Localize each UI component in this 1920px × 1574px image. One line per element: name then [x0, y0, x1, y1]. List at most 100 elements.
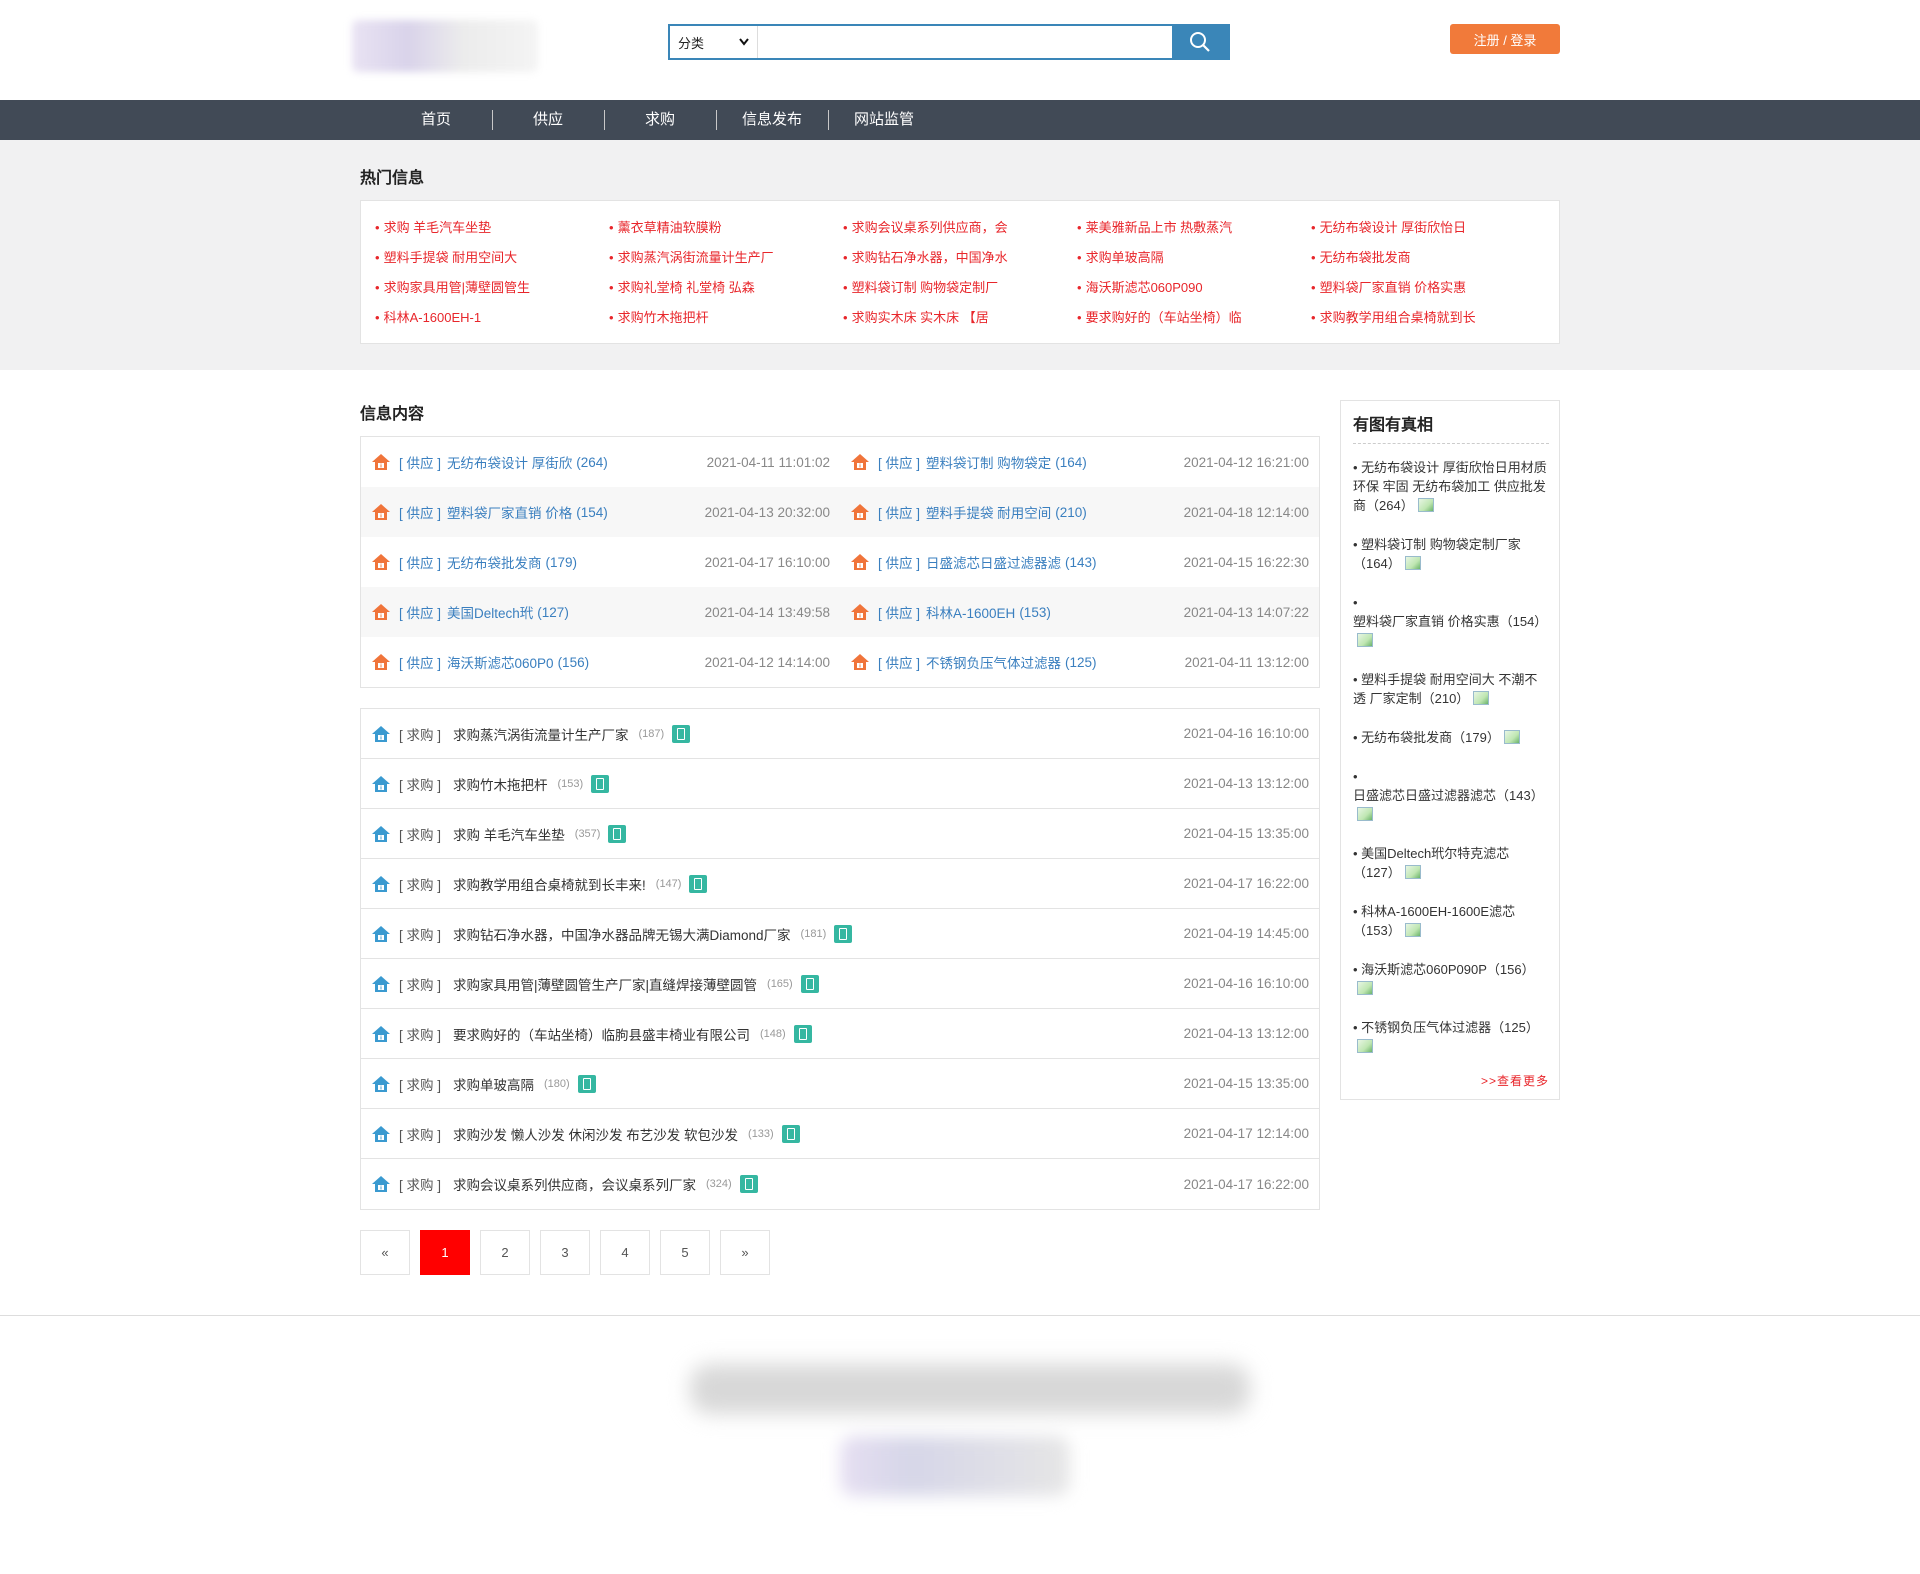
- supply-item[interactable]: ii [ 供应 ] 塑料袋厂家直销 价格 (154) 2021-04-13 20:32:…: [361, 502, 840, 522]
- supply-title[interactable]: 美国Deltech玳: [447, 602, 533, 622]
- picture-item[interactable]: 不锈钢负压气体过滤器（125）: [1353, 1018, 1549, 1056]
- supply-category[interactable]: [ 供应 ]: [399, 502, 441, 522]
- buy-row[interactable]: ii [ 求购 ] 求购钻石净水器，中国净水器品牌无锡大满Diamond厂家 (181…: [361, 909, 1319, 959]
- supply-title[interactable]: 塑料手提袋 耐用空间: [926, 502, 1051, 522]
- site-logo[interactable]: [352, 20, 538, 72]
- buy-category[interactable]: [ 求购 ]: [399, 1024, 441, 1044]
- buy-category[interactable]: [ 求购 ]: [399, 924, 441, 944]
- nav-publish[interactable]: 信息发布: [716, 100, 828, 140]
- picture-item-label[interactable]: 塑料袋订制 购物袋定制厂家（164）: [1353, 537, 1521, 571]
- hot-item[interactable]: 求购实木床 实木床 【居: [843, 305, 1077, 335]
- buy-title[interactable]: 求购教学用组合桌椅就到长丰来!: [453, 874, 646, 894]
- hot-item[interactable]: 塑料袋订制 购物袋定制厂: [843, 275, 1077, 305]
- buy-title[interactable]: 求购钻石净水器，中国净水器品牌无锡大满Diamond厂家: [453, 924, 791, 944]
- buy-title[interactable]: 求购家具用管|薄壁圆管生产厂家|直缝焊接薄壁圆管: [453, 974, 757, 994]
- buy-category[interactable]: [ 求购 ]: [399, 774, 441, 794]
- buy-row[interactable]: ii [ 求购 ] 求购竹木拖把杆 (153) 2021-04-13 13:12:00: [361, 759, 1319, 809]
- picture-item-label[interactable]: 无纺布袋设计 厚街欣怡日用材质环保 牢固 无纺布袋加工 供应批发商（264）: [1353, 460, 1547, 513]
- supply-category[interactable]: [ 供应 ]: [399, 602, 441, 622]
- view-more-link[interactable]: >>查看更多: [1353, 1072, 1549, 1089]
- picture-item[interactable]: 无纺布袋设计 厚街欣怡日用材质环保 牢固 无纺布袋加工 供应批发商（264）: [1353, 458, 1549, 515]
- picture-item-label[interactable]: 海沃斯滤芯060P090P（156）: [1361, 962, 1534, 977]
- nav-monitor[interactable]: 网站监管: [828, 100, 940, 140]
- picture-item[interactable]: 无纺布袋批发商（179）: [1353, 728, 1549, 747]
- supply-category[interactable]: [ 供应 ]: [878, 652, 920, 672]
- supply-item[interactable]: ii [ 供应 ] 科林A-1600EH (153) 2021-04-13 14:07:…: [840, 602, 1319, 622]
- buy-row[interactable]: ii [ 求购 ] 要求购好的（车站坐椅）临朐县盛丰椅业有限公司 (148) 2021-…: [361, 1009, 1319, 1059]
- buy-title[interactable]: 求购蒸汽涡街流量计生产厂家: [453, 724, 629, 744]
- picture-item-label[interactable]: 美国Deltech玳尔特克滤芯（127）: [1353, 846, 1509, 880]
- page-prev-button[interactable]: «: [360, 1230, 410, 1275]
- buy-category[interactable]: [ 求购 ]: [399, 1074, 441, 1094]
- supply-title[interactable]: 海沃斯滤芯060P0: [447, 652, 554, 672]
- nav-home[interactable]: 首页: [380, 100, 492, 140]
- picture-item-label[interactable]: 科林A-1600EH-1600E滤芯（153）: [1353, 904, 1515, 938]
- hot-item[interactable]: 求购礼堂椅 礼堂椅 弘森: [609, 275, 843, 305]
- picture-item[interactable]: 塑料袋订制 购物袋定制厂家（164）: [1353, 535, 1549, 573]
- hot-item[interactable]: 求购 羊毛汽车坐垫: [375, 215, 609, 245]
- picture-item[interactable]: 塑料袋厂家直销 价格实惠（154）: [1353, 593, 1549, 650]
- supply-item[interactable]: ii [ 供应 ] 无纺布袋批发商 (179) 2021-04-17 16:10:00: [361, 552, 840, 572]
- page-button[interactable]: 4: [600, 1230, 650, 1275]
- buy-title[interactable]: 求购 羊毛汽车坐垫: [453, 824, 565, 844]
- picture-item-label[interactable]: 无纺布袋批发商（179）: [1361, 730, 1500, 745]
- page-button[interactable]: 1: [420, 1230, 470, 1275]
- hot-item[interactable]: 求购竹木拖把杆: [609, 305, 843, 335]
- supply-title[interactable]: 塑料袋订制 购物袋定: [926, 452, 1051, 472]
- hot-item[interactable]: 薰衣草精油软膜粉: [609, 215, 843, 245]
- buy-category[interactable]: [ 求购 ]: [399, 974, 441, 994]
- supply-title[interactable]: 科林A-1600EH: [926, 602, 1015, 622]
- buy-row[interactable]: ii [ 求购 ] 求购蒸汽涡街流量计生产厂家 (187) 2021-04-16 16:…: [361, 709, 1319, 759]
- login-register-button[interactable]: 注册 / 登录: [1450, 24, 1560, 54]
- picture-item[interactable]: 科林A-1600EH-1600E滤芯（153）: [1353, 902, 1549, 940]
- hot-item[interactable]: 求购单玻高隔: [1077, 245, 1311, 275]
- hot-item[interactable]: 莱美雅新品上市 热敷蒸汽: [1077, 215, 1311, 245]
- nav-supply[interactable]: 供应: [492, 100, 604, 140]
- page-next-button[interactable]: »: [720, 1230, 770, 1275]
- picture-item[interactable]: 海沃斯滤芯060P090P（156）: [1353, 960, 1549, 998]
- buy-category[interactable]: [ 求购 ]: [399, 1124, 441, 1144]
- supply-item[interactable]: ii [ 供应 ] 美国Deltech玳 (127) 2021-04-14 13:49:…: [361, 602, 840, 622]
- hot-item[interactable]: 求购教学用组合桌椅就到长: [1311, 305, 1545, 335]
- buy-category[interactable]: [ 求购 ]: [399, 1174, 441, 1194]
- picture-item[interactable]: 日盛滤芯日盛过滤器滤芯（143）: [1353, 767, 1549, 824]
- supply-title[interactable]: 无纺布袋设计 厚街欣: [447, 452, 572, 472]
- buy-title[interactable]: 求购沙发 懒人沙发 休闲沙发 布艺沙发 软包沙发: [453, 1124, 738, 1144]
- hot-item[interactable]: 无纺布袋设计 厚街欣怡日: [1311, 215, 1545, 245]
- picture-item-label[interactable]: 塑料手提袋 耐用空间大 不潮不透 厂家定制（210）: [1353, 672, 1537, 706]
- search-input[interactable]: [758, 26, 1172, 58]
- hot-item[interactable]: 科林A-1600EH-1: [375, 305, 609, 335]
- buy-title[interactable]: 求购单玻高隔: [453, 1074, 534, 1094]
- page-button[interactable]: 2: [480, 1230, 530, 1275]
- supply-title[interactable]: 不锈钢负压气体过滤器: [926, 652, 1061, 672]
- picture-item-label[interactable]: 日盛滤芯日盛过滤器滤芯（143）: [1353, 788, 1544, 803]
- buy-row[interactable]: ii [ 求购 ] 求购单玻高隔 (180) 2021-04-15 13:35:00: [361, 1059, 1319, 1109]
- nav-buy[interactable]: 求购: [604, 100, 716, 140]
- supply-title[interactable]: 塑料袋厂家直销 价格: [447, 502, 572, 522]
- hot-item[interactable]: 求购蒸汽涡街流量计生产厂: [609, 245, 843, 275]
- supply-category[interactable]: [ 供应 ]: [399, 452, 441, 472]
- search-button[interactable]: [1172, 26, 1228, 58]
- hot-item[interactable]: 求购钻石净水器，中国净水: [843, 245, 1077, 275]
- supply-category[interactable]: [ 供应 ]: [399, 652, 441, 672]
- hot-item[interactable]: 海沃斯滤芯060P090: [1077, 275, 1311, 305]
- picture-item[interactable]: 美国Deltech玳尔特克滤芯（127）: [1353, 844, 1549, 882]
- hot-item[interactable]: 求购会议桌系列供应商，会: [843, 215, 1077, 245]
- supply-category[interactable]: [ 供应 ]: [399, 552, 441, 572]
- buy-category[interactable]: [ 求购 ]: [399, 724, 441, 744]
- hot-item[interactable]: 求购家具用管|薄壁圆管生: [375, 275, 609, 305]
- supply-category[interactable]: [ 供应 ]: [878, 552, 920, 572]
- page-button[interactable]: 5: [660, 1230, 710, 1275]
- buy-row[interactable]: ii [ 求购 ] 求购教学用组合桌椅就到长丰来! (147) 2021-04-17 1…: [361, 859, 1319, 909]
- supply-category[interactable]: [ 供应 ]: [878, 602, 920, 622]
- supply-item[interactable]: ii [ 供应 ] 不锈钢负压气体过滤器 (125) 2021-04-11 13:12:…: [840, 652, 1319, 672]
- supply-title[interactable]: 日盛滤芯日盛过滤器滤: [926, 552, 1061, 572]
- buy-category[interactable]: [ 求购 ]: [399, 874, 441, 894]
- hot-item[interactable]: 塑料袋厂家直销 价格实惠: [1311, 275, 1545, 305]
- buy-title[interactable]: 求购会议桌系列供应商，会议桌系列厂家: [453, 1174, 696, 1194]
- hot-item[interactable]: 无纺布袋批发商: [1311, 245, 1545, 275]
- picture-item-label[interactable]: 不锈钢负压气体过滤器（125）: [1361, 1020, 1539, 1035]
- hot-item[interactable]: 要求购好的（车站坐椅）临: [1077, 305, 1311, 335]
- buy-category[interactable]: [ 求购 ]: [399, 824, 441, 844]
- supply-item[interactable]: ii [ 供应 ] 塑料手提袋 耐用空间 (210) 2021-04-18 12:14:…: [840, 502, 1319, 522]
